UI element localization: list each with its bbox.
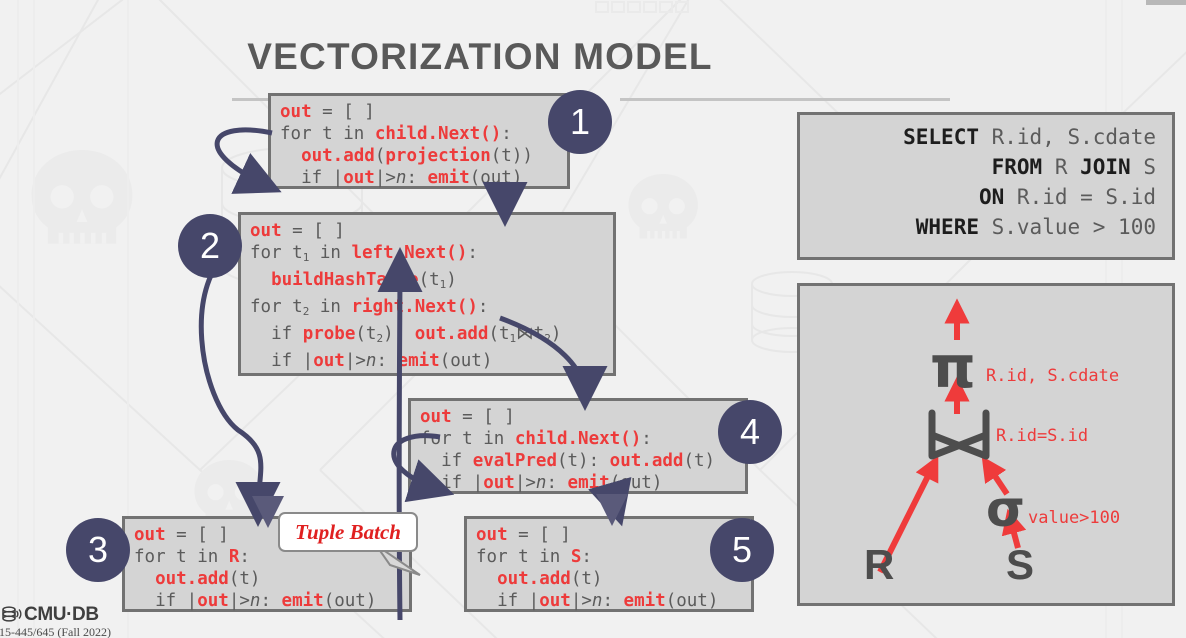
step-badge-5: 5: [710, 518, 774, 582]
relation-r-node: R: [864, 541, 895, 588]
join-node-label: R.id=S.id: [996, 426, 1089, 446]
cmu-db-logo: CMU·DB: [2, 604, 99, 626]
filter-operator-code: out = [ ] for t in child.Next(): if eval…: [408, 398, 748, 494]
cmu-db-logo-text: CMU·DB: [24, 604, 99, 625]
top-right-bar: [1146, 0, 1186, 5]
page-title: VECTORIZATION MODEL: [247, 36, 713, 77]
projection-operator-code: out = [ ] for t in child.Next(): out.add…: [268, 93, 570, 189]
step-badge-1: 1: [548, 90, 612, 154]
tuple-batch-callout: Tuple Batch: [278, 512, 418, 552]
slide-canvas: VECTORIZATION MODEL 1 2 3 4 5 out = [] …: [0, 0, 1186, 638]
relation-s-node: S: [1006, 541, 1035, 588]
selection-node: σ: [986, 480, 1025, 538]
step-badge-4: 4: [718, 400, 782, 464]
selection-node-label: value>100: [1028, 508, 1121, 528]
hash-join-operator-code: out = [ ] for t1 in left.Next(): buildHa…: [238, 212, 616, 376]
step-badge-2: 2: [178, 214, 242, 278]
step-badge-3: 3: [66, 518, 130, 582]
title-rule-left: [232, 98, 270, 101]
database-icon: [2, 606, 22, 622]
projection-node-label: R.id, S.cdate: [986, 366, 1120, 386]
query-plan-panel: π R.id, S.cdate R.id=S.id σ value>100 R …: [797, 283, 1175, 606]
sequential-scan-s-code: out = [ ] for t in S: out.add(t) if |out…: [464, 516, 754, 612]
sql-query-panel: SELECT R.id, S.cdate FROM R JOIN S ON R.…: [797, 112, 1175, 260]
course-label: 15-445/645 (Fall 2022): [0, 625, 111, 638]
projection-node: π: [930, 333, 976, 401]
title-rule-right: [620, 98, 950, 101]
